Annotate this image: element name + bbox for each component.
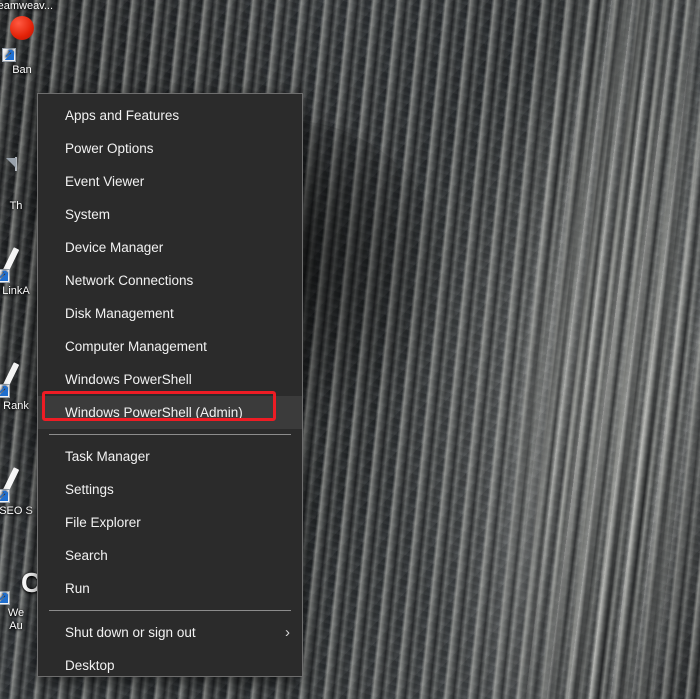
menu-item-shut-down-or-sign-out[interactable]: Shut down or sign out ›: [38, 616, 302, 649]
menu-item-label: System: [65, 207, 111, 222]
desktop-icon-label: We: [7, 607, 25, 619]
ranktracker-icon: [0, 358, 36, 398]
desktop-icon-label: Rank: [3, 400, 29, 412]
shortcut-arrow-icon: [2, 46, 16, 62]
menu-item-run[interactable]: Run: [38, 572, 302, 605]
bandicam-icon: [2, 20, 42, 62]
menu-item-label: Event Viewer: [65, 174, 145, 189]
desktop-icon-label: Th: [9, 200, 23, 212]
document-icon: [0, 157, 36, 198]
shortcut-arrow-icon: [0, 589, 10, 605]
menu-group-shell-tools: Task Manager Settings File Explorer Sear…: [38, 440, 302, 605]
menu-item-device-manager[interactable]: Device Manager: [38, 231, 302, 264]
menu-item-event-viewer[interactable]: Event Viewer: [38, 165, 302, 198]
menu-item-power-options[interactable]: Power Options: [38, 132, 302, 165]
desktop-icon-label: Dreamweav...: [0, 0, 54, 12]
chevron-right-icon: ›: [285, 624, 290, 641]
desktop-icon-label: SEO S: [0, 505, 33, 517]
menu-group-system-tools: Apps and Features Power Options Event Vi…: [38, 99, 302, 429]
menu-item-label: Power Options: [65, 141, 154, 156]
menu-item-label: Windows PowerShell: [65, 372, 192, 387]
shortcut-arrow-icon: [0, 487, 10, 503]
shortcut-arrow-icon: [0, 267, 10, 283]
menu-item-apps-and-features[interactable]: Apps and Features: [38, 99, 302, 132]
shortcut-arrow-icon: [0, 382, 10, 398]
menu-item-settings[interactable]: Settings: [38, 473, 302, 506]
desktop-icon-dreamweaver[interactable]: Dreamweav...: [0, 0, 53, 13]
menu-item-label: Shut down or sign out: [65, 625, 196, 640]
desktop-icon-label-line2: Au: [9, 620, 23, 632]
linkassistant-icon: [0, 243, 36, 283]
seospyglass-icon: [0, 463, 36, 503]
menu-item-label: Task Manager: [65, 449, 150, 464]
desktop-icon-label: LinkA: [2, 285, 30, 297]
menu-item-label: Disk Management: [65, 306, 174, 321]
menu-item-system[interactable]: System: [38, 198, 302, 231]
menu-item-desktop[interactable]: Desktop: [38, 649, 302, 676]
menu-item-label: Desktop: [65, 658, 115, 673]
menu-item-windows-powershell-admin[interactable]: Windows PowerShell (Admin): [38, 396, 302, 429]
desktop-screen: Dreamweav... Ban Th LinkA Rank S: [0, 0, 700, 699]
menu-item-label: Search: [65, 548, 108, 563]
menu-item-file-explorer[interactable]: File Explorer: [38, 506, 302, 539]
menu-item-label: Run: [65, 581, 90, 596]
menu-item-task-manager[interactable]: Task Manager: [38, 440, 302, 473]
menu-item-label: Computer Management: [65, 339, 207, 354]
menu-separator-2: [49, 610, 291, 611]
menu-separator-1: [49, 434, 291, 435]
menu-item-network-connections[interactable]: Network Connections: [38, 264, 302, 297]
menu-item-label: File Explorer: [65, 515, 141, 530]
menu-item-disk-management[interactable]: Disk Management: [38, 297, 302, 330]
menu-item-label: Network Connections: [65, 273, 194, 288]
menu-item-computer-management[interactable]: Computer Management: [38, 330, 302, 363]
websiteauditor-icon: C: [0, 565, 41, 605]
power-user-menu: Apps and Features Power Options Event Vi…: [37, 93, 303, 677]
desktop-icon-label: Ban: [12, 64, 32, 76]
menu-item-label: Device Manager: [65, 240, 164, 255]
menu-item-label: Apps and Features: [65, 108, 180, 123]
menu-item-label: Windows PowerShell (Admin): [65, 405, 243, 420]
desktop-icon-bandicam[interactable]: Ban: [0, 20, 52, 77]
menu-item-label: Settings: [65, 482, 114, 497]
menu-item-windows-powershell[interactable]: Windows PowerShell: [38, 363, 302, 396]
menu-group-session: Shut down or sign out › Desktop: [38, 616, 302, 676]
menu-item-search[interactable]: Search: [38, 539, 302, 572]
